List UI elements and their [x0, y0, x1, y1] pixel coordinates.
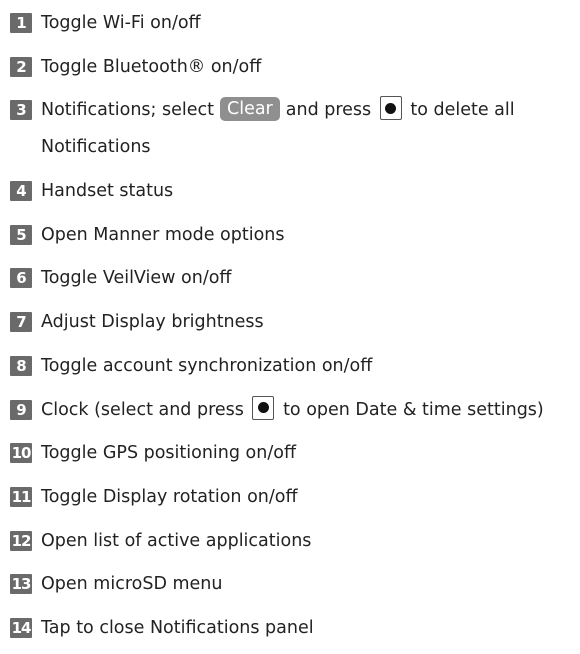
item-number-badge: 7	[10, 312, 32, 333]
item-description: Handset status	[41, 181, 174, 202]
item-description-line-2: Notifications	[41, 137, 151, 158]
list-item: 2 Toggle Bluetooth® on/off	[10, 49, 576, 86]
item-description-line-1: Notifications; select Clear and press to d…	[41, 92, 576, 129]
item-description: Toggle GPS positioning on/off	[41, 443, 297, 464]
list-item: 13 Open microSD menu	[10, 566, 576, 603]
item-number-badge: 10	[10, 443, 32, 464]
item-description: Open microSD menu	[41, 574, 223, 595]
clear-key-label: Clear	[219, 97, 280, 122]
item-number-badge: 8	[10, 355, 32, 376]
item-number-badge: 11	[10, 486, 32, 507]
item-text-part: to delete all	[410, 100, 515, 121]
item-description: Clock (select and press to open Date & t…	[41, 392, 576, 429]
center-key-icon	[379, 96, 402, 121]
list-item: 10 Toggle GPS positioning on/off	[10, 435, 576, 472]
item-description: Open list of active applications	[41, 530, 312, 551]
item-description: Tap to close Notifications panel	[41, 617, 314, 638]
item-description: Toggle Bluetooth® on/off	[41, 56, 262, 77]
list-item: 3 Notifications; select Clear and press to…	[10, 92, 576, 166]
item-number-badge: 1	[10, 13, 32, 33]
item-number-badge: 9	[10, 399, 32, 420]
item-text-part: Notifications; select	[41, 100, 214, 121]
item-number-badge: 12	[10, 530, 32, 551]
list-item: 5 Open Manner mode options	[10, 217, 576, 254]
item-text-part: Clock (select and press	[41, 399, 244, 420]
center-key-dot	[385, 102, 397, 114]
item-number-badge: 2	[10, 56, 32, 77]
item-text-part: to open Date & time settings)	[283, 399, 544, 420]
item-number-badge: 14	[10, 617, 32, 638]
item-description: Notifications; select Clear and press to d…	[41, 92, 576, 166]
item-text-part: and press	[285, 100, 372, 121]
list-item: 8 Toggle account synchronization on/off	[10, 348, 576, 385]
list-item: 14 Tap to close Notifications panel	[10, 610, 576, 647]
callout-list: 1 Toggle Wi-Fi on/off 2 Toggle Bluetooth…	[10, 5, 576, 654]
item-number-badge: 3	[10, 100, 32, 121]
item-description: Open Manner mode options	[41, 224, 285, 245]
item-description: Toggle Wi-Fi on/off	[41, 13, 201, 33]
list-item: 4 Handset status	[10, 173, 576, 210]
list-item: 12 Open list of active applications	[10, 523, 576, 560]
list-item: 1 Toggle Wi-Fi on/off	[10, 5, 576, 42]
center-key-dot	[257, 402, 269, 413]
item-description: Toggle Display rotation on/off	[41, 486, 298, 507]
item-number-badge: 13	[10, 574, 32, 595]
center-key-icon	[252, 395, 275, 420]
item-number-badge: 6	[10, 268, 32, 289]
list-item: 7 Adjust Display brightness	[10, 304, 576, 341]
item-number-badge: 5	[10, 224, 32, 245]
list-item: 11 Toggle Display rotation on/off	[10, 479, 576, 516]
item-number-badge: 4	[10, 181, 32, 202]
item-description: Toggle VeilView on/off	[41, 268, 232, 289]
list-item: 9 Clock (select and press to open Date &…	[10, 392, 576, 429]
list-item: 6 Toggle VeilView on/off	[10, 260, 576, 297]
item-description: Toggle account synchronization on/off	[41, 355, 373, 376]
item-description: Adjust Display brightness	[41, 312, 264, 333]
